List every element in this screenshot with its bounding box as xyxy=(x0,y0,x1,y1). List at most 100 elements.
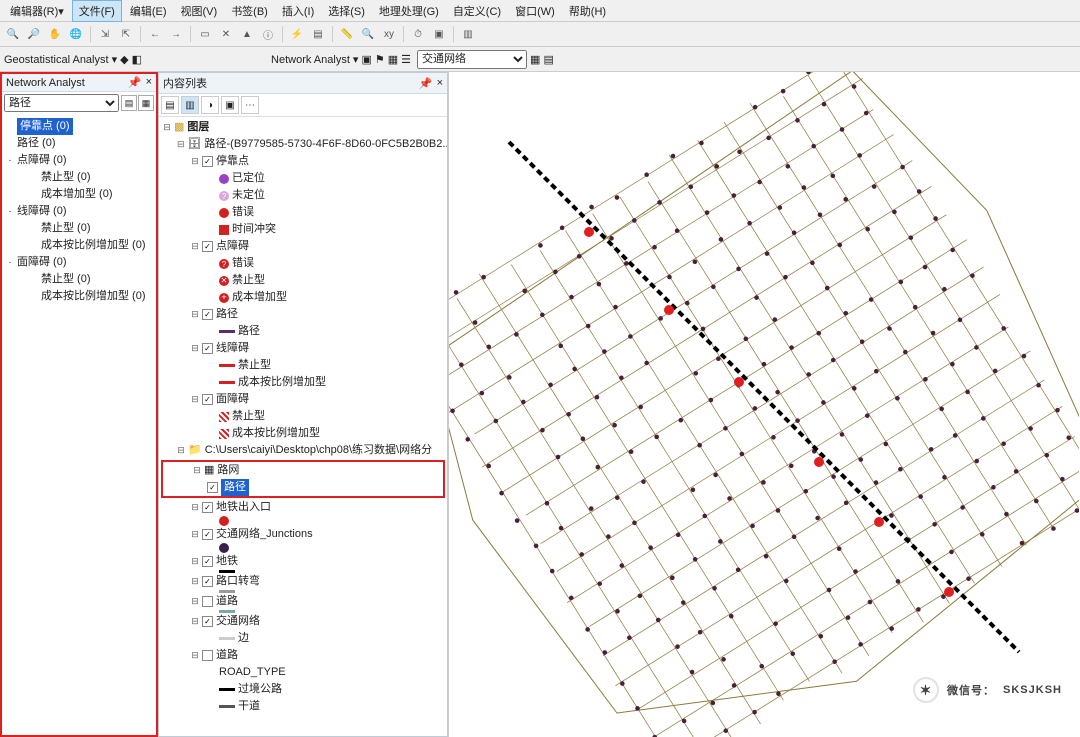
pin-icon[interactable]: 📌 xyxy=(419,77,433,90)
time-slider-icon[interactable]: ⏱ xyxy=(409,25,427,43)
zoom-fixed-out-icon[interactable]: ⇱ xyxy=(117,25,135,43)
select-icon[interactable]: ▭ xyxy=(196,25,214,43)
menu-help[interactable]: 帮助(H) xyxy=(563,1,612,21)
toc-icon[interactable]: ▥ xyxy=(459,25,477,43)
hyperlink-icon[interactable]: ⚡ xyxy=(288,25,306,43)
list-by-source-icon[interactable]: ▥ xyxy=(181,96,199,114)
menu-custom[interactable]: 自定义(C) xyxy=(447,1,507,21)
toc-item[interactable]: ⊟道路 xyxy=(161,647,445,664)
checkbox[interactable] xyxy=(202,343,213,354)
toc-item[interactable]: 禁止型 xyxy=(161,357,445,374)
checkbox[interactable] xyxy=(202,156,213,167)
checkbox[interactable] xyxy=(202,556,213,567)
pan-icon[interactable]: ✋ xyxy=(46,25,64,43)
toc-item[interactable]: ⊟道路 xyxy=(161,593,445,610)
toc-item[interactable] xyxy=(161,543,445,553)
toc-item[interactable]: ⊟📁C:\Users\caiyi\Desktop\chp08\练习数据\网络分 xyxy=(161,442,445,459)
na-item[interactable]: 禁止型 (0) xyxy=(4,220,154,237)
forward-icon[interactable]: → xyxy=(167,25,185,43)
toc-item[interactable]: 禁止型 xyxy=(161,408,445,425)
toc-item[interactable]: +成本增加型 xyxy=(161,289,445,306)
na-item[interactable]: 停靠点 (0) xyxy=(4,118,154,135)
html-popup-icon[interactable]: ▤ xyxy=(309,25,327,43)
options-icon[interactable]: ⋯ xyxy=(241,96,259,114)
checkbox[interactable] xyxy=(202,241,213,252)
checkbox[interactable] xyxy=(202,502,213,513)
checkbox[interactable] xyxy=(202,596,213,607)
xy-icon[interactable]: xy xyxy=(380,25,398,43)
menu-insert[interactable]: 插入(I) xyxy=(276,1,320,21)
checkbox[interactable] xyxy=(202,650,213,661)
toc-item[interactable]: 时间冲突 xyxy=(161,221,445,238)
na-layer-combo[interactable]: 路径 xyxy=(4,94,119,112)
toc-item[interactable]: ⊟停靠点 xyxy=(161,153,445,170)
toc-item[interactable]: ⊟路口转弯 xyxy=(161,573,445,590)
menu-view[interactable]: 视图(V) xyxy=(175,1,224,21)
na-window-button[interactable]: ▣ xyxy=(361,53,371,66)
na-directions-icon[interactable]: ☰ xyxy=(401,53,411,66)
toc-item[interactable]: ✕禁止型 xyxy=(161,272,445,289)
menu-geoproc[interactable]: 地理处理(G) xyxy=(373,1,445,21)
toc-item[interactable]: 边 xyxy=(161,630,445,647)
close-icon[interactable]: × xyxy=(437,77,443,90)
zoom-in-icon[interactable]: 🔍 xyxy=(4,25,22,43)
viewer-icon[interactable]: ▣ xyxy=(430,25,448,43)
toc-item[interactable]: ?错误 xyxy=(161,255,445,272)
toc-tree[interactable]: ⊟▩ 图层⊟🗄路径-(B9779585-5730-4F6F-8D60-0FC5B… xyxy=(159,117,447,736)
toc-item[interactable]: ⊟地铁出入口 xyxy=(161,499,445,516)
checkbox[interactable] xyxy=(202,576,213,587)
checkbox[interactable] xyxy=(202,394,213,405)
na-network-combo[interactable]: 交通网络 xyxy=(417,50,527,69)
na-solve-icon[interactable]: ▦ xyxy=(388,53,398,66)
clear-select-icon[interactable]: ✕ xyxy=(217,25,235,43)
toc-item[interactable]: 过境公路 xyxy=(161,681,445,698)
na-item[interactable]: -点障碍 (0) xyxy=(4,152,154,169)
checkbox[interactable] xyxy=(207,482,218,493)
na-items-tree[interactable]: 停靠点 (0)路径 (0)-点障碍 (0)禁止型 (0)成本增加型 (0)-线障… xyxy=(2,114,156,735)
list-by-draworder-icon[interactable]: ▤ xyxy=(161,96,179,114)
na-props-icon[interactable]: ▤ xyxy=(543,53,553,66)
toc-item[interactable]: 已定位 xyxy=(161,170,445,187)
na-list-icon[interactable]: ▤ xyxy=(121,95,137,111)
checkbox[interactable] xyxy=(202,309,213,320)
toc-item[interactable] xyxy=(161,516,445,526)
toc-item[interactable]: ROAD_TYPE xyxy=(161,664,445,681)
na-item[interactable]: 成本增加型 (0) xyxy=(4,186,154,203)
zoom-out-icon[interactable]: 🔎 xyxy=(25,25,43,43)
toc-item[interactable]: ⊟交通网络 xyxy=(161,613,445,630)
toc-item[interactable]: ⊟点障碍 xyxy=(161,238,445,255)
menu-file[interactable]: 文件(F) xyxy=(72,0,122,22)
toc-item[interactable]: ⊟线障碍 xyxy=(161,340,445,357)
na-item[interactable]: 成本按比例增加型 (0) xyxy=(4,288,154,305)
na-label[interactable]: Network Analyst ▾ xyxy=(271,53,358,66)
toc-item[interactable]: 错误 xyxy=(161,204,445,221)
toc-item[interactable]: 路径 xyxy=(161,323,445,340)
map-view[interactable]: ✶ 微信号： SKSJKSH xyxy=(448,72,1080,737)
geostat-label[interactable]: Geostatistical Analyst ▾ xyxy=(4,53,117,66)
zoom-fixed-in-icon[interactable]: ⇲ xyxy=(96,25,114,43)
na-item[interactable]: 禁止型 (0) xyxy=(4,169,154,186)
back-icon[interactable]: ← xyxy=(146,25,164,43)
toc-item[interactable]: ⊟面障碍 xyxy=(161,391,445,408)
na-item[interactable]: -面障碍 (0) xyxy=(4,254,154,271)
na-props-btn-icon[interactable]: ▦ xyxy=(138,95,154,111)
identify-icon[interactable]: ⓘ xyxy=(259,25,277,43)
na-item[interactable]: 路径 (0) xyxy=(4,135,154,152)
full-extent-icon[interactable]: 🌐 xyxy=(67,25,85,43)
geostat-hist-icon[interactable]: ◧ xyxy=(132,53,142,66)
na-flag-icon[interactable]: ⚑ xyxy=(375,53,385,66)
list-by-selection-icon[interactable]: ▣ xyxy=(221,96,239,114)
toc-item[interactable]: ⊟地铁 xyxy=(161,553,445,570)
na-item[interactable]: -线障碍 (0) xyxy=(4,203,154,220)
toc-item[interactable]: 成本按比例增加型 xyxy=(161,425,445,442)
na-item[interactable]: 成本按比例增加型 (0) xyxy=(4,237,154,254)
toc-item[interactable]: ⊟▦路网 xyxy=(163,462,443,479)
measure-icon[interactable]: 📏 xyxy=(338,25,356,43)
toc-item[interactable]: ⊟交通网络_Junctions xyxy=(161,526,445,543)
toc-item[interactable]: 路径 xyxy=(163,479,443,496)
toc-item[interactable]: 成本按比例增加型 xyxy=(161,374,445,391)
menu-editor[interactable]: 编辑器(R)▾ xyxy=(4,1,70,21)
menu-bookmark[interactable]: 书签(B) xyxy=(225,1,274,21)
geostat-tool-icon[interactable]: ◆ xyxy=(120,53,128,66)
checkbox[interactable] xyxy=(202,616,213,627)
